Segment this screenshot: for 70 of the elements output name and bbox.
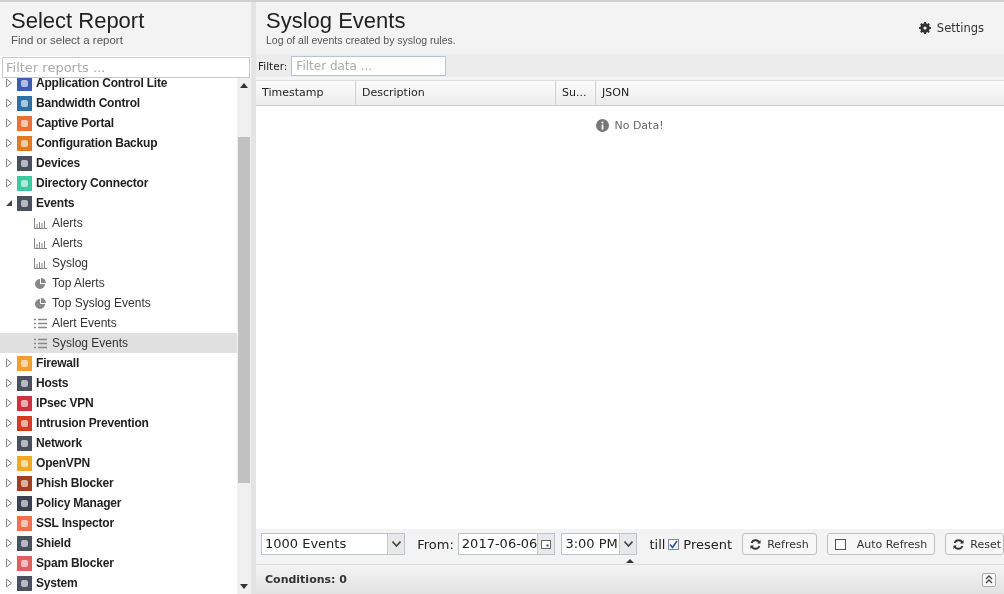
tree-item[interactable]: Intrusion Prevention (0, 413, 237, 433)
scrollbar[interactable] (237, 78, 251, 594)
bar-chart-icon (34, 257, 47, 269)
info-icon (596, 119, 610, 132)
dropdown-caret-icon (623, 541, 633, 547)
date-field[interactable]: 2017-06-06 (457, 533, 556, 555)
tree-item[interactable]: Configuration Backup (0, 133, 237, 153)
report-subtitle: Log of all events created by syslog rules. (266, 34, 456, 46)
tree-item[interactable]: Captive Portal (0, 113, 237, 133)
filter-reports-field[interactable]: Filter reports ... (2, 57, 250, 78)
tree-item[interactable]: IPsec VPN (0, 393, 237, 413)
expand-button[interactable] (982, 572, 996, 587)
from-label: From: (417, 536, 454, 552)
list-icon (34, 337, 47, 349)
tree-item[interactable]: Policy Manager (0, 493, 237, 513)
reset-button[interactable]: Reset (945, 533, 1004, 555)
till-label: till (649, 536, 666, 552)
tree-item[interactable]: SSL Inspector (0, 513, 237, 533)
refresh-button[interactable]: Refresh (742, 533, 817, 555)
column-header[interactable]: Description (356, 81, 556, 105)
conditions-label: Conditions: 0 (265, 573, 347, 586)
tree-item[interactable]: Top Syslog Events (0, 293, 237, 313)
tree-item[interactable]: Application Control Lite (0, 78, 237, 93)
tree-item[interactable]: Shield (0, 533, 237, 553)
event-limit-dropdown[interactable]: 1000 Events (261, 533, 406, 555)
calendar-icon (541, 539, 552, 549)
tree-item[interactable]: Alerts (0, 233, 237, 253)
refresh-icon (750, 538, 762, 550)
tree-item[interactable]: Phish Blocker (0, 473, 237, 493)
settings-button[interactable]: Settings (918, 14, 984, 42)
tree-item[interactable]: Top Alerts (0, 273, 237, 293)
present-checkbox[interactable]: Present (668, 536, 733, 552)
bar-chart-icon (34, 237, 47, 249)
tree-item[interactable]: Spam Blocker (0, 553, 237, 573)
report-title: Syslog Events (266, 8, 407, 34)
time-dropdown[interactable]: 3:00 PM (561, 533, 638, 555)
list-icon (34, 317, 47, 329)
scroll-down-icon[interactable] (240, 584, 248, 589)
tree-item[interactable]: System (0, 573, 237, 593)
tree-item[interactable]: Devices (0, 153, 237, 173)
pie-chart-icon (34, 297, 47, 309)
refresh-icon (953, 538, 965, 550)
checkbox-icon (834, 538, 846, 550)
tree-item[interactable]: Alerts (0, 213, 237, 233)
tree-item[interactable]: OpenVPN (0, 453, 237, 473)
tree-item[interactable]: Syslog Events (0, 333, 237, 353)
column-header[interactable]: JSON (596, 81, 1004, 105)
bar-chart-icon (34, 217, 47, 229)
tree-item[interactable]: Directory Connector (0, 173, 237, 193)
tree-item[interactable]: Events (0, 193, 237, 213)
tree-item[interactable]: Firewall (0, 353, 237, 373)
settings-icon (918, 22, 931, 34)
column-header[interactable]: Su... (556, 81, 596, 105)
pie-chart-icon (34, 277, 47, 289)
column-header[interactable]: Timestamp (256, 81, 356, 105)
tree-item[interactable]: Alert Events (0, 313, 237, 333)
filter-label: Filter: (258, 59, 288, 72)
tree-item[interactable]: Hosts (0, 373, 237, 393)
tree-item[interactable]: Bandwidth Control (0, 93, 237, 113)
expander-icon[interactable] (5, 198, 13, 208)
scroll-up-icon[interactable] (240, 83, 248, 88)
empty-message: No Data! (614, 119, 664, 132)
auto-refresh-button[interactable]: Auto Refresh (826, 533, 936, 555)
dropdown-caret-icon (391, 541, 401, 547)
scroll-thumb[interactable] (238, 137, 250, 483)
sidebar-title: Select Report (11, 8, 146, 34)
sidebar-subtitle: Find or select a report (11, 34, 124, 46)
filter-data-field[interactable]: Filter data ... (291, 55, 447, 76)
tree-item[interactable]: Syslog (0, 253, 237, 273)
tree-item[interactable]: Network (0, 433, 237, 453)
